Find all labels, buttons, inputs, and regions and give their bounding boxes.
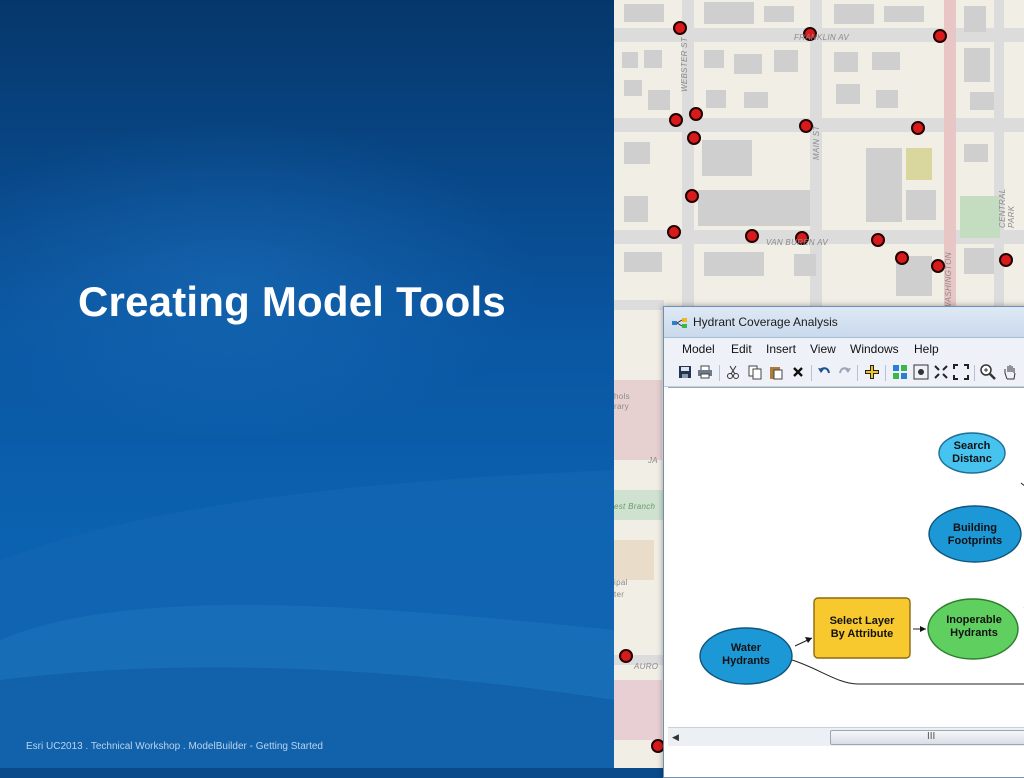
map-label-schools: hols [614, 392, 630, 401]
pan-icon[interactable] [1002, 364, 1020, 382]
menu-bar: Model Edit Insert View Windows Help [664, 338, 1024, 360]
street-label-franklin: FRANKLIN AV [794, 33, 850, 42]
slide-panel: Creating Model Tools Esri UC2013 . Techn… [0, 0, 614, 768]
model-diagram [699, 432, 1024, 685]
model-window[interactable]: Hydrant Coverage Analysis Model Edit Ins… [663, 306, 1024, 778]
scrollbar-thumb[interactable]: III [830, 730, 1024, 745]
arrowhead [920, 626, 926, 632]
street-label-main: MAIN ST [812, 125, 821, 160]
model-canvas[interactable]: Search Distanc Building Footprints Selec… [668, 387, 1024, 728]
copy-icon[interactable] [747, 364, 765, 382]
street-label-washington: WASHINGTON [944, 252, 953, 310]
menu-help[interactable]: Help [914, 342, 939, 356]
cut-icon[interactable] [725, 364, 743, 382]
menu-windows[interactable]: Windows [850, 342, 899, 356]
toolbar-separator [974, 365, 975, 381]
select-layer-label: Select Layer By Attribute [829, 615, 895, 640]
window-title-bar[interactable]: Hydrant Coverage Analysis [664, 307, 1024, 338]
map-label-municipal: ipal [614, 578, 628, 587]
slide-title: Creating Model Tools [78, 278, 506, 325]
street-label-van-buren: VAN BUREN AV [766, 238, 828, 247]
print-icon[interactable] [697, 364, 715, 382]
arrowhead [805, 637, 812, 643]
paste-icon[interactable] [768, 364, 786, 382]
toolbar [664, 360, 1024, 387]
menu-model[interactable]: Model [682, 342, 715, 356]
full-extent-icon[interactable] [913, 364, 931, 382]
redo-icon[interactable] [837, 364, 855, 382]
scrollbar-grip: III [927, 731, 936, 742]
street-label-webster: WEBSTER ST [680, 36, 689, 92]
horizontal-scrollbar[interactable]: ◀ III [668, 727, 1024, 746]
menu-view[interactable]: View [810, 342, 836, 356]
toolbar-separator [719, 365, 720, 381]
zoom-out-fixed-icon[interactable] [953, 364, 971, 382]
map-label-center: ter [614, 590, 625, 599]
add-data-icon[interactable] [864, 364, 882, 382]
building-footprints-label: Building Footprints [947, 522, 1003, 547]
inoperable-hydrants-label: Inoperable Hydrants [946, 614, 1002, 639]
zoom-in-icon[interactable] [980, 364, 998, 382]
undo-icon[interactable] [816, 364, 834, 382]
map-label-ja: JA [648, 456, 658, 465]
auto-layout-icon[interactable] [892, 364, 910, 382]
menu-edit[interactable]: Edit [731, 342, 752, 356]
modelbuilder-icon [672, 316, 688, 334]
map-label-west-branch: est Branch [614, 502, 656, 511]
window-title: Hydrant Coverage Analysis [693, 315, 838, 329]
toolbar-separator [857, 365, 858, 381]
street-label-central-park: CENTRAL PARK [998, 188, 1016, 228]
scroll-left-icon[interactable]: ◀ [672, 732, 679, 743]
delete-icon[interactable] [790, 364, 808, 382]
slide-footer: Esri UC2013 . Technical Workshop . Model… [26, 741, 323, 752]
zoom-in-fixed-icon[interactable] [933, 364, 951, 382]
menu-insert[interactable]: Insert [766, 342, 796, 356]
toolbar-separator [811, 365, 812, 381]
map-label-library: rary [614, 402, 629, 411]
toolbar-separator [885, 365, 886, 381]
save-icon[interactable] [677, 364, 695, 382]
map-label-aurora: AURO [634, 662, 659, 671]
search-distance-label: Search Distanc [952, 440, 992, 465]
background-waves [0, 470, 614, 768]
water-hydrants-label: Water Hydrants [722, 642, 770, 667]
